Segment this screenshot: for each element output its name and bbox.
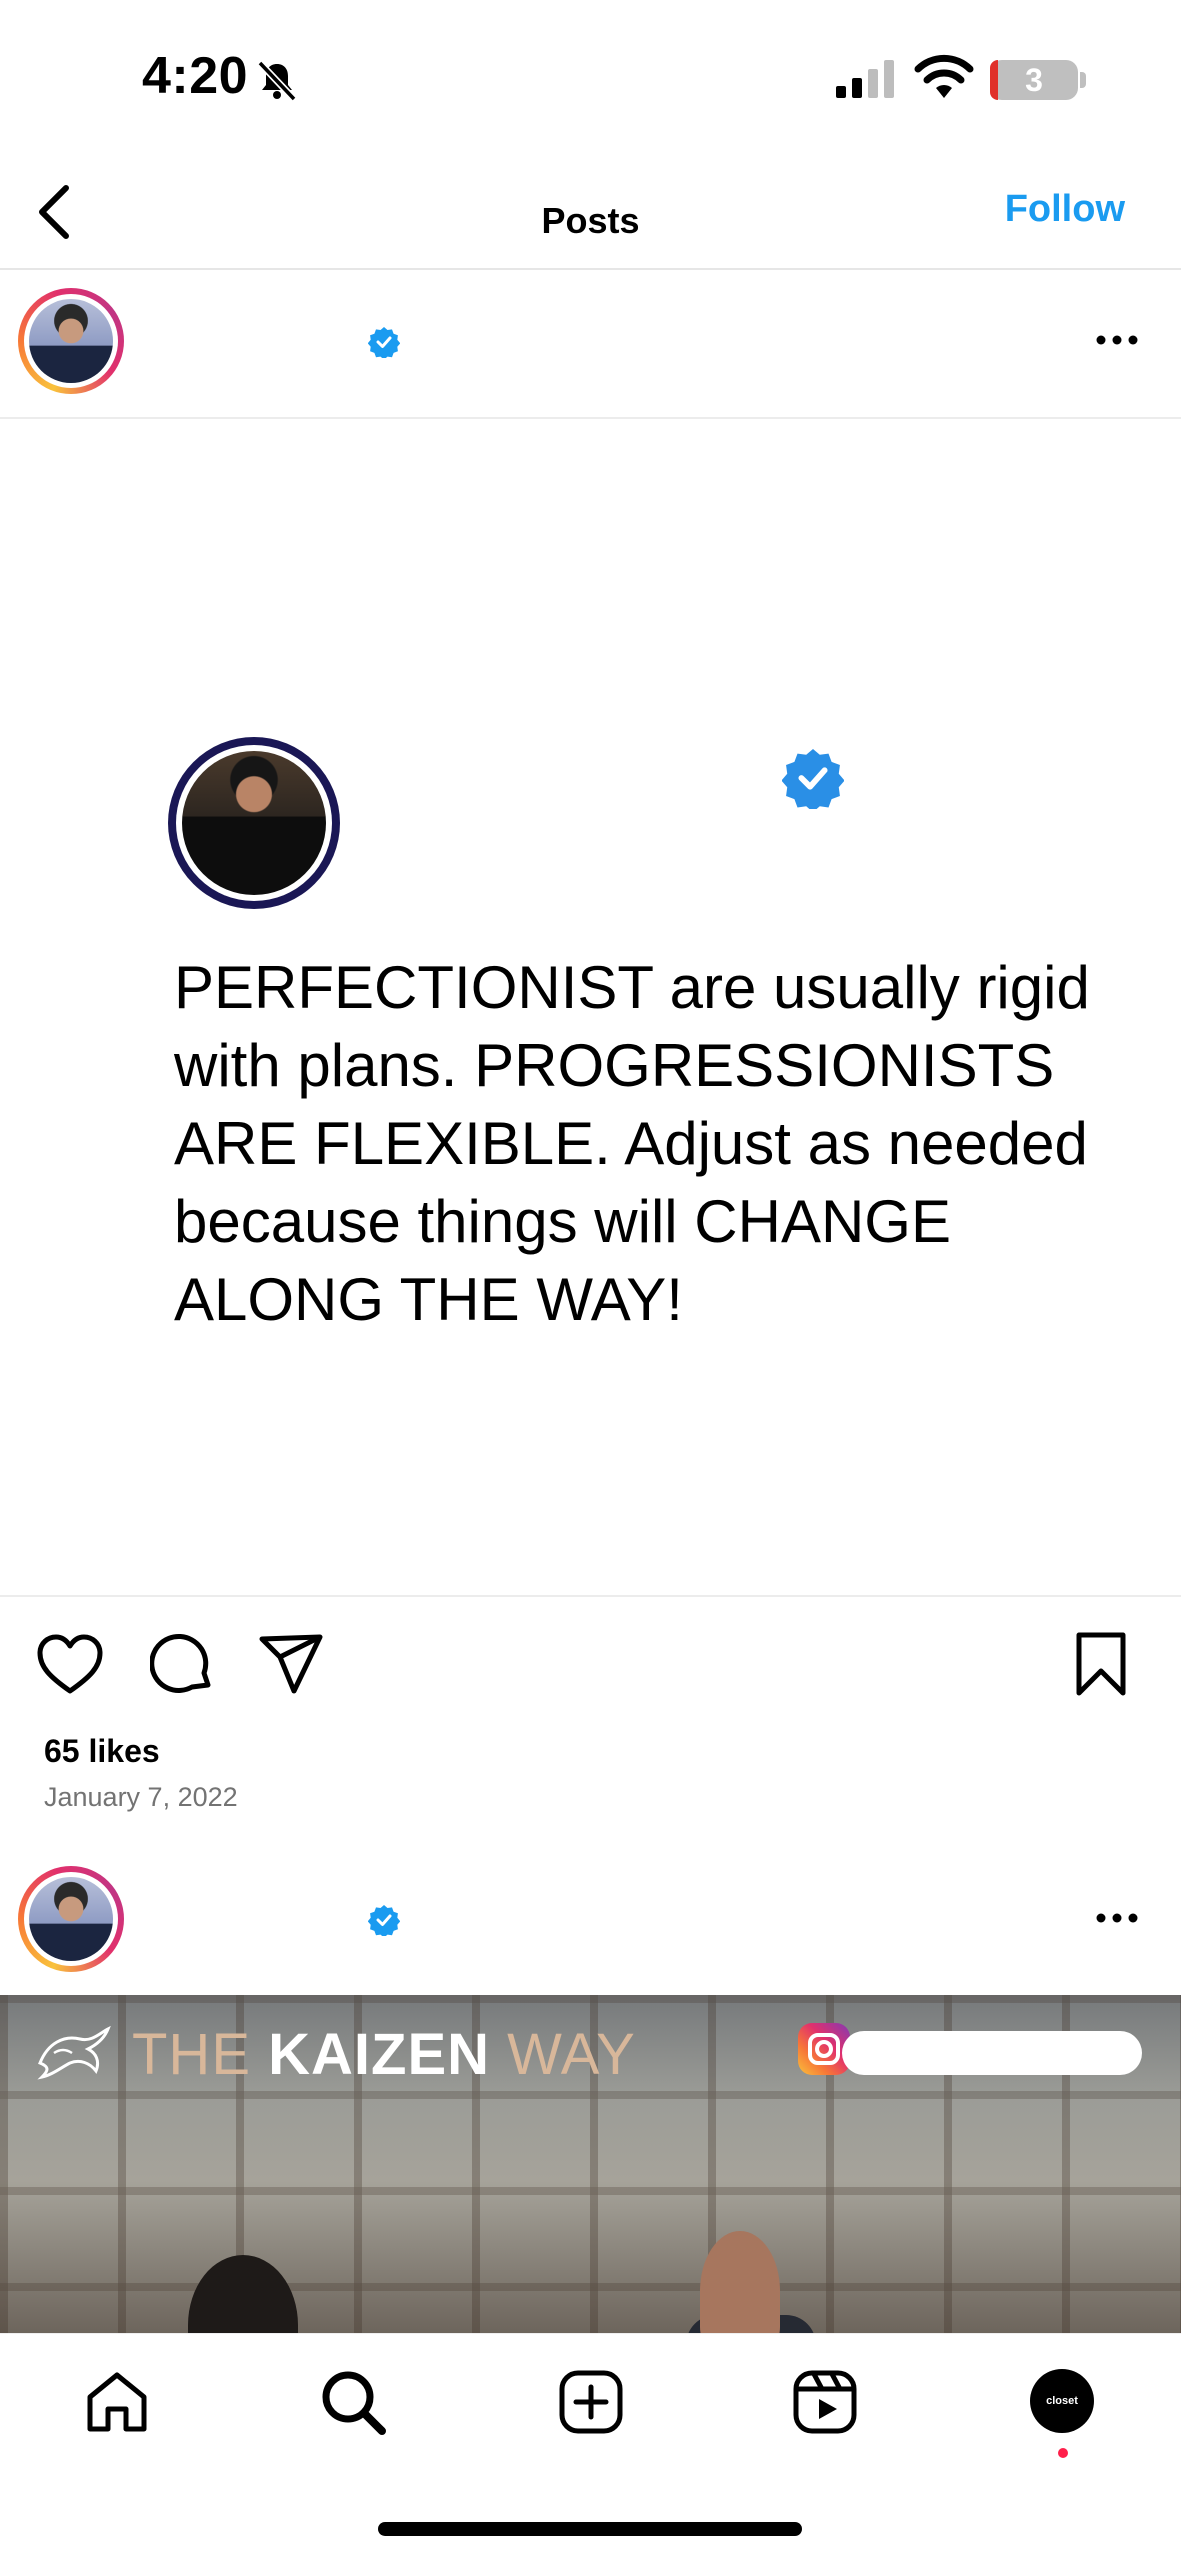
bell-slash-icon: [257, 60, 297, 102]
quote-avatar-photo: [182, 751, 326, 895]
verified-badge-icon: [782, 748, 844, 809]
signal-icon: [836, 60, 894, 98]
more-options-icon[interactable]: [1093, 1906, 1141, 1930]
verified-badge-icon: [368, 1905, 400, 1936]
comment-icon[interactable]: [150, 1633, 214, 1697]
more-options-icon[interactable]: [1093, 328, 1141, 352]
status-time: 4:20: [142, 47, 249, 105]
redacted-handle: [842, 2031, 1142, 2075]
nav-header: Posts Follow: [0, 150, 1181, 270]
bookmark-icon[interactable]: [1073, 1631, 1129, 1697]
post-date: January 7, 2022: [44, 1782, 238, 1812]
notification-dot: [1058, 2448, 1068, 2458]
avatar[interactable]: [18, 1866, 124, 1972]
brand-title: THE KAIZEN WAY: [132, 2021, 636, 2087]
quote-text: PERFECTIONIST are usually rigid with pla…: [174, 954, 1090, 1333]
brand-banner: THE KAIZEN WAY: [34, 2019, 636, 2089]
quote-avatar: [168, 737, 340, 909]
post-image[interactable]: THE KAIZEN WAY: [0, 1995, 1181, 2333]
create-icon[interactable]: [556, 2367, 626, 2437]
home-indicator[interactable]: [378, 2522, 802, 2536]
dragon-logo-icon: [37, 2025, 111, 2080]
avatar-photo: [29, 1877, 113, 1961]
post-header: [0, 1850, 1181, 1990]
post-header: [0, 272, 1181, 412]
avatar-photo: [29, 299, 113, 383]
heart-icon[interactable]: [36, 1633, 104, 1695]
search-icon[interactable]: [318, 2367, 388, 2437]
share-icon[interactable]: [258, 1633, 324, 1695]
verified-badge-icon: [368, 327, 400, 358]
status-bar: 4:20 3: [0, 0, 1181, 150]
battery-nub: [1080, 72, 1086, 88]
reels-icon[interactable]: [790, 2367, 860, 2437]
post-actions: [0, 1597, 1181, 1737]
battery-percent: 3: [1025, 62, 1043, 98]
battery-icon: 3: [990, 60, 1078, 100]
likes-count[interactable]: 65 likes: [44, 1733, 160, 1770]
follow-button[interactable]: Follow: [1005, 188, 1125, 231]
home-icon[interactable]: [82, 2367, 152, 2437]
avatar[interactable]: [18, 288, 124, 394]
post-image[interactable]: PERFECTIONIST are usually rigid with pla…: [0, 417, 1181, 1597]
profile-avatar[interactable]: closet: [1030, 2369, 1094, 2433]
wifi-icon: [914, 54, 974, 98]
